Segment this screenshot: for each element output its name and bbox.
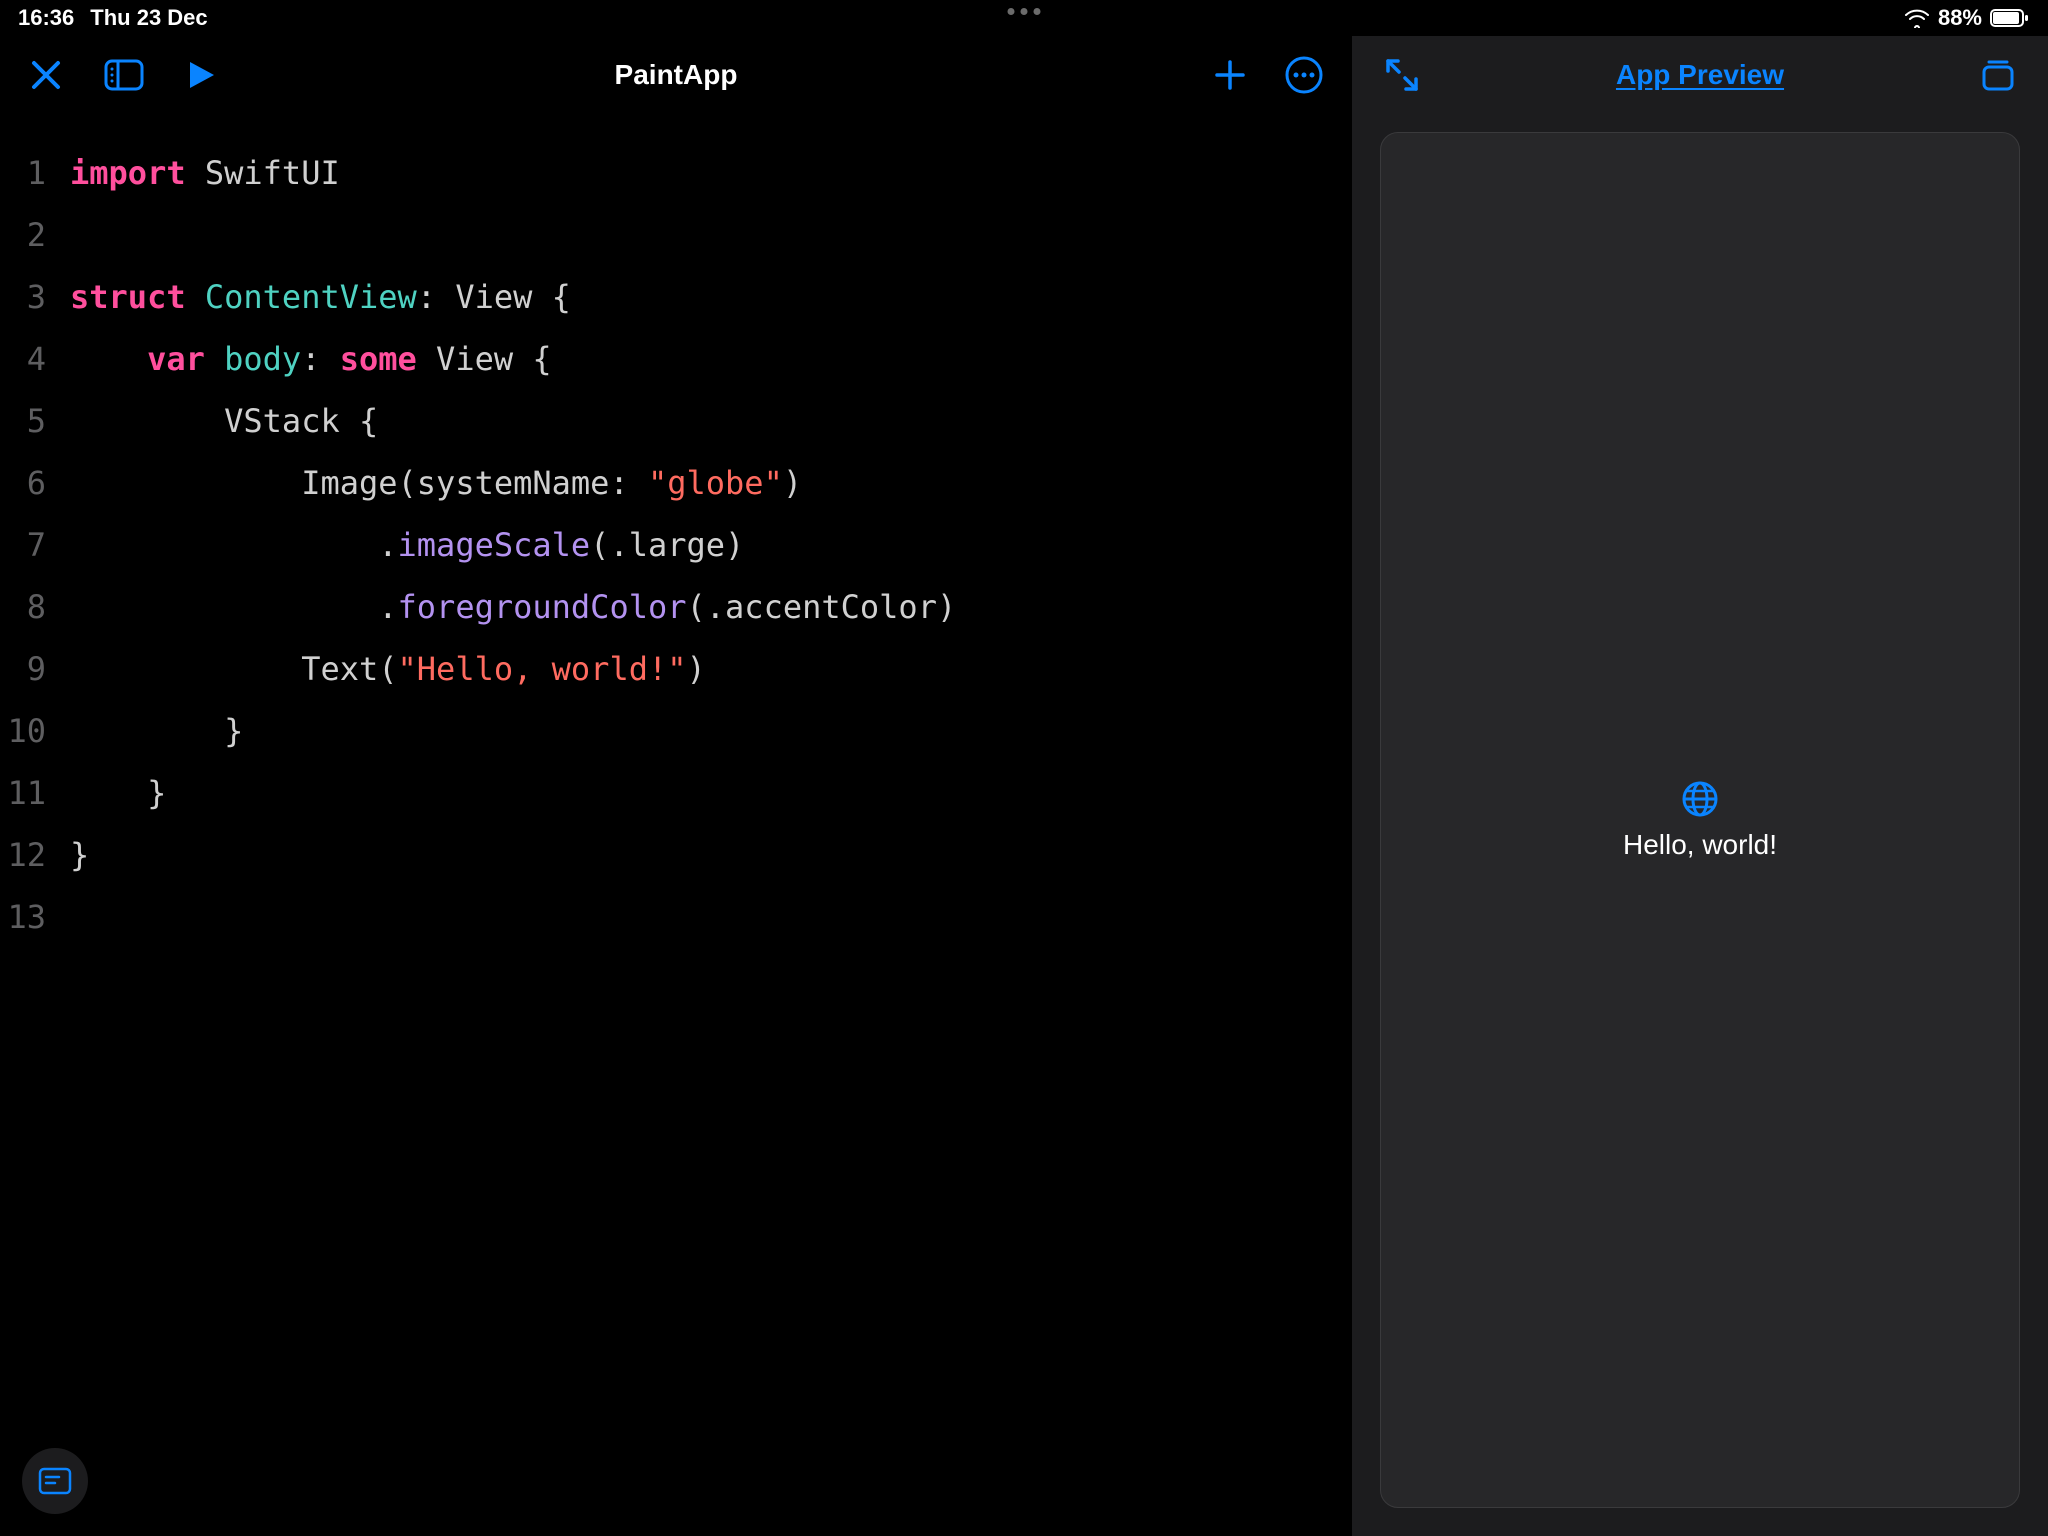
preview-hello-text: Hello, world! <box>1623 829 1777 861</box>
code-line[interactable]: 1import SwiftUI <box>0 142 1352 204</box>
line-number: 11 <box>0 762 70 824</box>
status-right: 88% <box>1904 5 2030 31</box>
code-content[interactable]: .foregroundColor(.accentColor) <box>70 576 956 638</box>
status-date: Thu 23 Dec <box>90 5 207 31</box>
line-number: 10 <box>0 700 70 762</box>
battery-percent: 88% <box>1938 5 1982 31</box>
project-title[interactable]: PaintApp <box>615 59 738 91</box>
code-content[interactable]: } <box>70 762 166 824</box>
line-number: 12 <box>0 824 70 886</box>
code-line[interactable]: 9 Text("Hello, world!") <box>0 638 1352 700</box>
preview-toolbar: App Preview <box>1352 36 2048 114</box>
code-content[interactable]: } <box>70 824 89 886</box>
battery-icon <box>1990 8 2030 28</box>
code-line[interactable]: 7 .imageScale(.large) <box>0 514 1352 576</box>
code-content[interactable]: } <box>70 700 243 762</box>
line-number: 7 <box>0 514 70 576</box>
code-line[interactable]: 13 <box>0 886 1352 948</box>
code-content[interactable]: Text("Hello, world!") <box>70 638 706 700</box>
line-number: 1 <box>0 142 70 204</box>
status-time: 16:36 <box>18 5 74 31</box>
code-line[interactable]: 4 var body: some View { <box>0 328 1352 390</box>
console-button[interactable] <box>22 1448 88 1514</box>
console-icon <box>37 1466 73 1496</box>
multitasking-dots[interactable] <box>1008 8 1041 15</box>
main-split: PaintApp 1import SwiftUI23struct Content… <box>0 36 2048 1536</box>
line-number: 9 <box>0 638 70 700</box>
line-number: 3 <box>0 266 70 328</box>
line-number: 8 <box>0 576 70 638</box>
add-button[interactable] <box>1212 57 1248 93</box>
line-number: 13 <box>0 886 70 948</box>
preview-canvas[interactable]: Hello, world! <box>1380 132 2020 1508</box>
globe-icon <box>1680 779 1720 819</box>
code-line[interactable]: 6 Image(systemName: "globe") <box>0 452 1352 514</box>
dot-icon <box>1008 8 1015 15</box>
code-content[interactable]: struct ContentView: View { <box>70 266 571 328</box>
code-line[interactable]: 12} <box>0 824 1352 886</box>
line-number: 2 <box>0 204 70 266</box>
preview-windows-button[interactable] <box>1978 57 2018 93</box>
preview-pane: App Preview Hello, world! <box>1352 36 2048 1536</box>
preview-title[interactable]: App Preview <box>1616 59 1784 91</box>
sidebar-toggle-button[interactable] <box>104 59 144 91</box>
line-number: 6 <box>0 452 70 514</box>
dot-icon <box>1034 8 1041 15</box>
code-content[interactable]: VStack { <box>70 390 378 452</box>
code-content[interactable]: var body: some View { <box>70 328 552 390</box>
line-number: 5 <box>0 390 70 452</box>
status-left: 16:36 Thu 23 Dec <box>18 5 208 31</box>
code-editor[interactable]: 1import SwiftUI23struct ContentView: Vie… <box>0 114 1352 1536</box>
editor-toolbar: PaintApp <box>0 36 1352 114</box>
code-content[interactable]: .imageScale(.large) <box>70 514 744 576</box>
expand-preview-button[interactable] <box>1382 55 1422 95</box>
editor-pane: PaintApp 1import SwiftUI23struct Content… <box>0 36 1352 1536</box>
preview-canvas-wrap: Hello, world! <box>1352 114 2048 1536</box>
code-content[interactable]: Image(systemName: "globe") <box>70 452 802 514</box>
code-content[interactable]: import SwiftUI <box>70 142 340 204</box>
line-number: 4 <box>0 328 70 390</box>
wifi-icon <box>1904 8 1930 28</box>
more-menu-button[interactable] <box>1284 55 1324 95</box>
code-line[interactable]: 10 } <box>0 700 1352 762</box>
code-line[interactable]: 11 } <box>0 762 1352 824</box>
code-line[interactable]: 8 .foregroundColor(.accentColor) <box>0 576 1352 638</box>
close-button[interactable] <box>28 57 64 93</box>
code-line[interactable]: 3struct ContentView: View { <box>0 266 1352 328</box>
run-button[interactable] <box>184 58 218 92</box>
code-line[interactable]: 2 <box>0 204 1352 266</box>
status-bar: 16:36 Thu 23 Dec 88% <box>0 0 2048 36</box>
dot-icon <box>1021 8 1028 15</box>
code-line[interactable]: 5 VStack { <box>0 390 1352 452</box>
